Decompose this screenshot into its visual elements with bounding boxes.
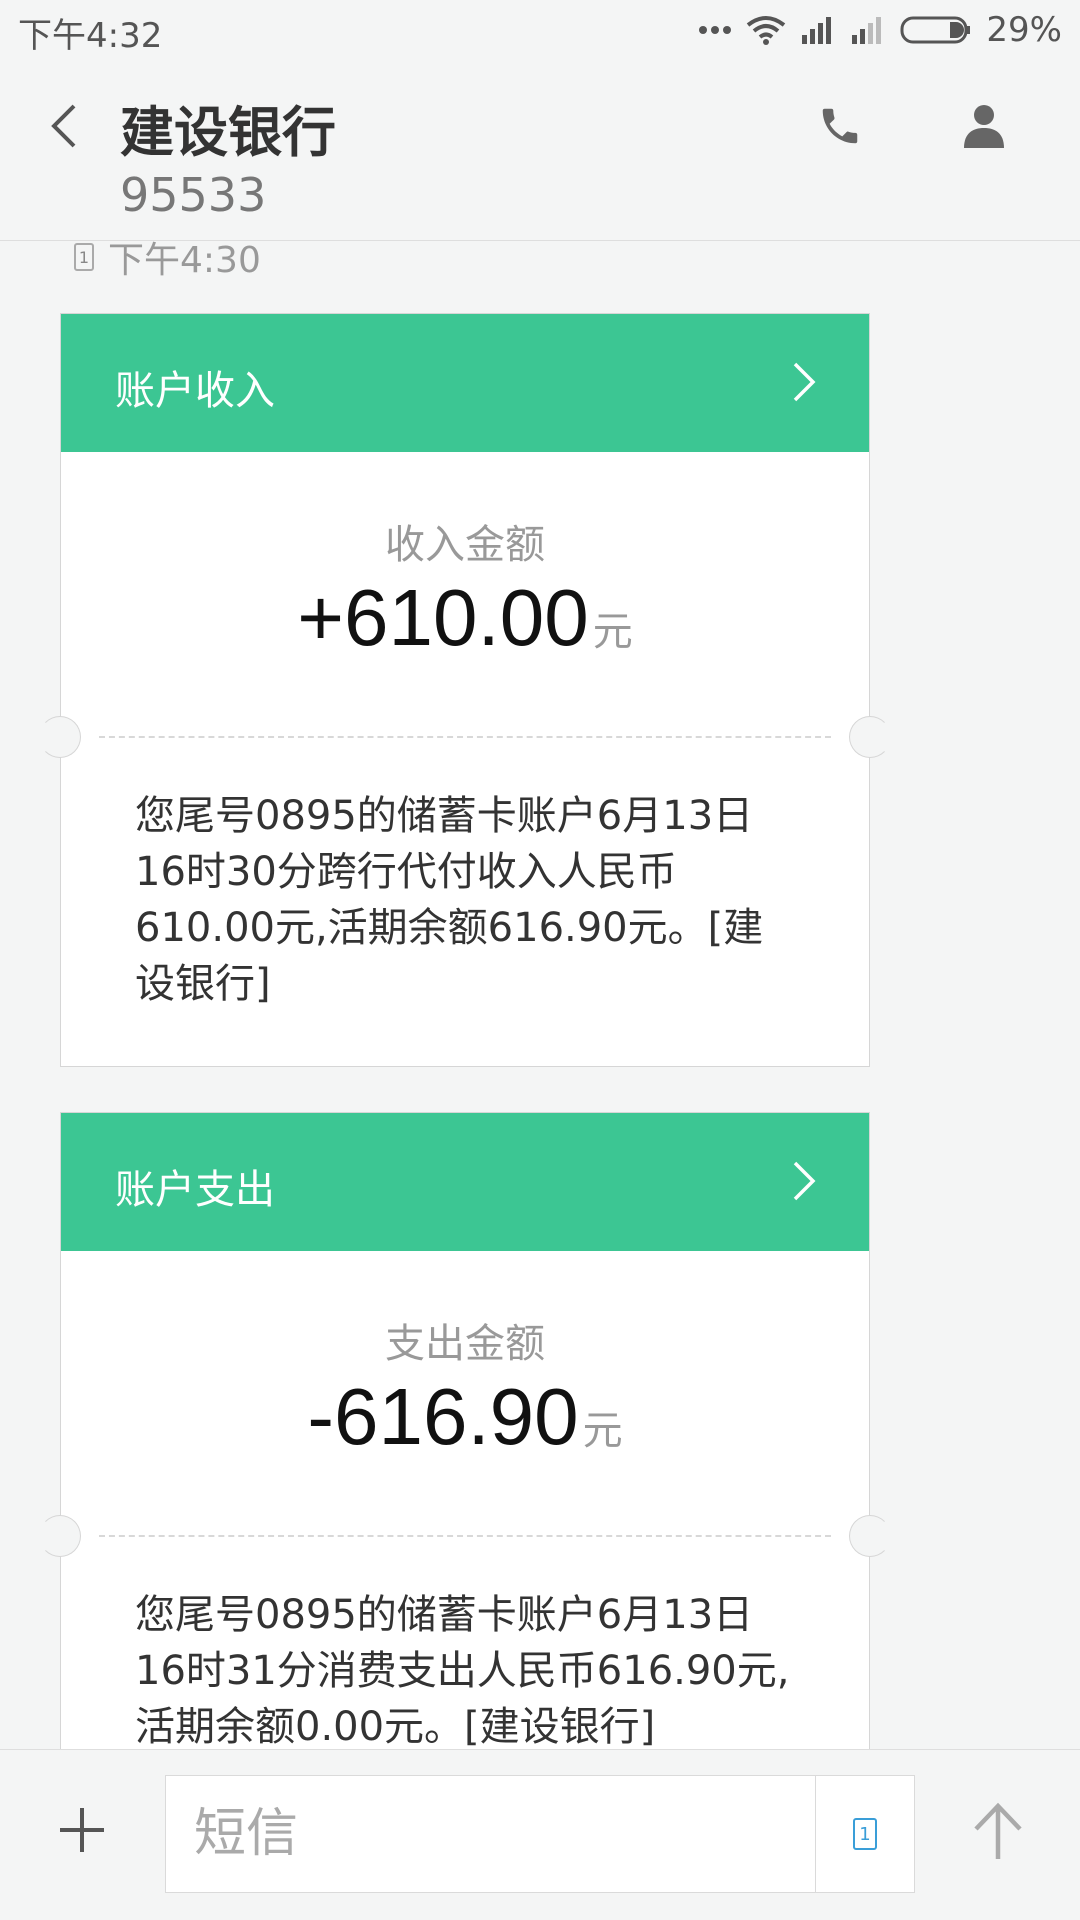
amount-value: +610.00 (297, 573, 589, 662)
amount-unit: 元 (582, 1408, 623, 1454)
sms-input[interactable] (165, 1775, 815, 1893)
ticket-notch (39, 716, 81, 758)
dashed-divider (99, 1535, 831, 1537)
status-bar: 下午4:32 29% (0, 0, 1080, 64)
contact-number: 95533 (120, 168, 267, 222)
compose-bar: 1 (0, 1749, 1080, 1920)
contact-icon (964, 105, 1004, 148)
sms-conversation-screen: 下午4:32 29% 建设银行 95533 1 下午4:30 账户收入 收入金额… (0, 0, 1080, 1920)
message-body: 您尾号0895的储蓄卡账户6月13日16时30分跨行代付收入人民币610.00元… (135, 793, 764, 1007)
income-card: 账户收入 收入金额 +610.00 元 您尾号0895的储蓄卡账户6月13日16时… (39, 313, 891, 1067)
wifi-icon (746, 15, 786, 45)
timestamp-text: 下午4:30 (108, 241, 261, 281)
amount-area: 支出金额 -616.90 元 (61, 1251, 869, 1535)
back-arrow-icon (51, 104, 76, 148)
card-header[interactable]: 账户支出 (61, 1113, 869, 1251)
amount-row: -616.90 元 (61, 1371, 869, 1463)
amount-area: 收入金额 +610.00 元 (61, 452, 869, 736)
amount-unit: 元 (592, 609, 633, 655)
battery-percent: 29% (986, 10, 1062, 50)
ticket-notch (849, 1515, 891, 1557)
expense-card: 账户支出 支出金额 -616.90 元 您尾号0895的储蓄卡账户6月13日16时… (39, 1112, 891, 1749)
amount-label: 收入金额 (385, 522, 545, 568)
chevron-right-icon (789, 1153, 819, 1209)
call-button[interactable] (812, 96, 868, 156)
amount-value: -616.90 (307, 1372, 579, 1461)
amount-label: 支出金额 (385, 1321, 545, 1367)
ticket-notch (849, 716, 891, 758)
back-button[interactable] (38, 96, 88, 156)
conversation-header: 建设银行 95533 (0, 64, 1080, 241)
card-title: 账户支出 (115, 1167, 275, 1213)
message-list[interactable]: 1 下午4:30 账户收入 收入金额 +610.00 元 您尾号0895的储蓄卡账… (0, 241, 1080, 1749)
message-body: 您尾号0895的储蓄卡账户6月13日16时31分消费支出人民币616.90元,活… (135, 1592, 790, 1749)
amount-row: +610.00 元 (61, 572, 869, 664)
sim-select-button[interactable]: 1 (815, 1775, 915, 1893)
message-timestamp: 1 下午4:30 (74, 241, 261, 283)
phone-icon (822, 108, 858, 144)
card-header[interactable]: 账户收入 (61, 314, 869, 452)
status-icons: 29% (698, 8, 1062, 52)
signal-icon (800, 15, 836, 45)
battery-icon (900, 15, 972, 45)
more-dots-icon (698, 25, 732, 35)
status-time: 下午4:32 (18, 16, 163, 56)
send-arrow-icon (974, 1802, 1022, 1859)
contact-details-button[interactable] (954, 96, 1014, 156)
add-attachment-button[interactable] (52, 1800, 112, 1860)
card-title: 账户收入 (115, 368, 275, 414)
signal-weak-icon (850, 15, 886, 45)
send-button[interactable] (968, 1798, 1028, 1864)
plus-icon (60, 1808, 104, 1852)
ticket-notch (39, 1515, 81, 1557)
sim-card-icon: 1 (853, 1818, 877, 1850)
contact-name: 建设银行 (120, 101, 336, 164)
chevron-right-icon (789, 354, 819, 410)
sim-card-icon: 1 (74, 243, 94, 271)
dashed-divider (99, 736, 831, 738)
